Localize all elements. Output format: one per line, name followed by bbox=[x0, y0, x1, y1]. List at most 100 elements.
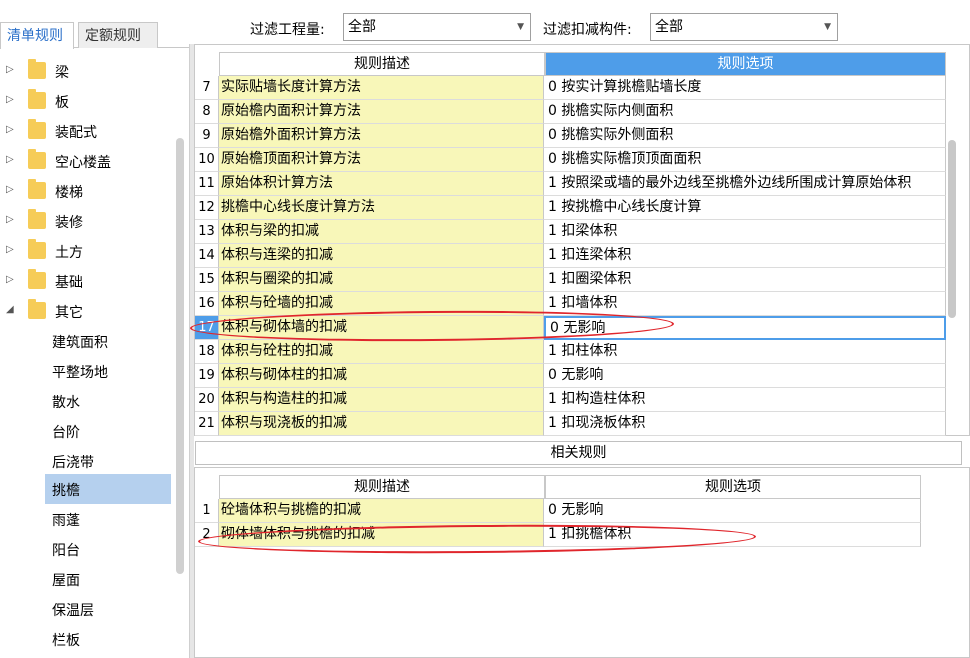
table-row[interactable]: 7 实际贴墙长度计算方法 0 按实计算挑檐贴墙长度 bbox=[195, 76, 946, 100]
tree-folder-foundation[interactable]: ▷ 基础 bbox=[0, 266, 175, 296]
table-row[interactable]: 21 体积与现浇板的扣减 1 扣现浇板体积 bbox=[195, 412, 946, 436]
rule-option-cell[interactable]: 0 无影响 bbox=[544, 499, 921, 523]
table-row[interactable]: 17 体积与砌体墙的扣减 0 无影响 bbox=[195, 316, 946, 340]
related-header-desc[interactable]: 规则描述 bbox=[219, 475, 545, 499]
table-row[interactable]: 20 体积与构造柱的扣减 1 扣构造柱体积 bbox=[195, 388, 946, 412]
filter-component-select[interactable]: 全部 ▼ bbox=[650, 13, 838, 41]
table-row[interactable]: 2 砌体墙体积与挑檐的扣减 1 扣挑檐体积 bbox=[195, 523, 921, 547]
folder-icon bbox=[28, 299, 46, 319]
rule-option-cell[interactable]: 0 挑檐实际檐顶顶面面积 bbox=[544, 148, 946, 172]
tab-bill-rules[interactable]: 清单规则 bbox=[0, 22, 74, 49]
row-number: 2 bbox=[195, 523, 219, 547]
tree-item-building-area[interactable]: 建筑面积 bbox=[45, 326, 171, 356]
tree-folder-label: 其它 bbox=[55, 305, 83, 321]
tree-item-balcony[interactable]: 阳台 bbox=[45, 534, 171, 564]
rule-settings-window: 清单规则 定额规则 过滤工程量: 全部 ▼ 过滤扣减构件: 全部 ▼ ▷ 梁 ▷… bbox=[0, 0, 970, 658]
expand-icon[interactable]: ▷ bbox=[6, 244, 16, 255]
expand-icon[interactable]: ▷ bbox=[6, 274, 16, 285]
rule-option-cell[interactable]: 1 按挑檐中心线长度计算 bbox=[544, 196, 946, 220]
rules-header-option[interactable]: 规则选项 bbox=[545, 52, 946, 76]
rule-description: 体积与砼墙的扣减 bbox=[219, 292, 544, 316]
tree-folder-hollow-floor[interactable]: ▷ 空心楼盖 bbox=[0, 146, 175, 176]
rule-option-cell[interactable]: 1 按照梁或墙的最外边线至挑檐外边线所围成计算原始体积 bbox=[544, 172, 946, 196]
rule-option-cell[interactable]: 1 扣柱体积 bbox=[544, 340, 946, 364]
expand-icon[interactable]: ▷ bbox=[6, 124, 16, 135]
rules-header-desc[interactable]: 规则描述 bbox=[219, 52, 545, 76]
folder-icon bbox=[28, 89, 46, 109]
table-row[interactable]: 9 原始檐外面积计算方法 0 挑檐实际外侧面积 bbox=[195, 124, 946, 148]
row-number: 8 bbox=[195, 100, 219, 124]
tree-scrollbar[interactable] bbox=[176, 138, 184, 574]
tree-item-label: 屋面 bbox=[52, 573, 80, 589]
rule-option-cell[interactable]: 0 无影响 bbox=[544, 364, 946, 388]
tab-quota-rules[interactable]: 定额规则 bbox=[78, 22, 158, 48]
filter-quantity-select[interactable]: 全部 ▼ bbox=[343, 13, 531, 41]
rule-description: 体积与砌体柱的扣减 bbox=[219, 364, 544, 388]
table-row[interactable]: 13 体积与梁的扣减 1 扣梁体积 bbox=[195, 220, 946, 244]
rule-description: 体积与现浇板的扣减 bbox=[219, 412, 544, 436]
rule-option-cell[interactable]: 1 扣构造柱体积 bbox=[544, 388, 946, 412]
tree-folder-stairs[interactable]: ▷ 楼梯 bbox=[0, 176, 175, 206]
tree-folder-finishing[interactable]: ▷ 装修 bbox=[0, 206, 175, 236]
table-row[interactable]: 16 体积与砼墙的扣减 1 扣墙体积 bbox=[195, 292, 946, 316]
expand-icon[interactable]: ▷ bbox=[6, 154, 16, 165]
rule-option-cell[interactable]: 0 挑檐实际内侧面积 bbox=[544, 100, 946, 124]
rule-option-cell[interactable]: 1 扣连梁体积 bbox=[544, 244, 946, 268]
folder-icon bbox=[28, 59, 46, 79]
rules-scrollbar[interactable] bbox=[948, 140, 956, 318]
rule-option-cell[interactable]: 0 挑檐实际外侧面积 bbox=[544, 124, 946, 148]
rule-description: 砼墙体积与挑檐的扣减 bbox=[219, 499, 544, 523]
filter-quantity-value: 全部 bbox=[348, 19, 376, 35]
table-row[interactable]: 15 体积与圈梁的扣减 1 扣圈梁体积 bbox=[195, 268, 946, 292]
tree-folder-label: 基础 bbox=[55, 275, 83, 291]
expand-icon[interactable]: ▷ bbox=[6, 94, 16, 105]
row-number: 9 bbox=[195, 124, 219, 148]
table-row[interactable]: 1 砼墙体积与挑檐的扣减 0 无影响 bbox=[195, 499, 921, 523]
tree-item-insulation[interactable]: 保温层 bbox=[45, 594, 171, 624]
tree-folder-prefab[interactable]: ▷ 装配式 bbox=[0, 116, 175, 146]
table-row[interactable]: 14 体积与连梁的扣减 1 扣连梁体积 bbox=[195, 244, 946, 268]
rule-option-cell[interactable]: 1 扣圈梁体积 bbox=[544, 268, 946, 292]
expand-icon[interactable]: ▷ bbox=[6, 184, 16, 195]
tree-item-eave[interactable]: 挑檐 bbox=[45, 474, 171, 504]
rule-tabs: 清单规则 定额规则 bbox=[0, 18, 190, 49]
folder-icon bbox=[28, 179, 46, 199]
rule-option-cell[interactable]: 1 扣梁体积 bbox=[544, 220, 946, 244]
collapse-icon[interactable]: ◢ bbox=[6, 304, 16, 315]
row-number: 16 bbox=[195, 292, 219, 316]
table-row[interactable]: 10 原始檐顶面积计算方法 0 挑檐实际檐顶顶面面积 bbox=[195, 148, 946, 172]
table-row[interactable]: 19 体积与砌体柱的扣减 0 无影响 bbox=[195, 364, 946, 388]
tree-item-apron[interactable]: 散水 bbox=[45, 386, 171, 416]
table-row[interactable]: 18 体积与砼柱的扣减 1 扣柱体积 bbox=[195, 340, 946, 364]
expand-icon[interactable]: ▷ bbox=[6, 64, 16, 75]
tree-item-label: 雨蓬 bbox=[52, 513, 80, 529]
rule-option-cell[interactable]: 0 无影响 bbox=[544, 316, 946, 340]
rule-option-cell[interactable]: 0 按实计算挑檐贴墙长度 bbox=[544, 76, 946, 100]
tree-folder-ban[interactable]: ▷ 板 bbox=[0, 86, 175, 116]
expand-icon[interactable]: ▷ bbox=[6, 214, 16, 225]
tree-item-canopy[interactable]: 雨蓬 bbox=[45, 504, 171, 534]
table-row[interactable]: 12 挑檐中心线长度计算方法 1 按挑檐中心线长度计算 bbox=[195, 196, 946, 220]
tree-folder-earthwork[interactable]: ▷ 土方 bbox=[0, 236, 175, 266]
tree-item-roof[interactable]: 屋面 bbox=[45, 564, 171, 594]
tree-folder-liang[interactable]: ▷ 梁 bbox=[0, 56, 175, 86]
tree-item-label: 建筑面积 bbox=[52, 335, 108, 351]
rule-option-cell[interactable]: 1 扣墙体积 bbox=[544, 292, 946, 316]
tree-folder-label: 土方 bbox=[55, 245, 83, 261]
rule-description: 体积与砌体墙的扣减 bbox=[219, 316, 544, 340]
rule-description: 原始体积计算方法 bbox=[219, 172, 544, 196]
tree-folder-others[interactable]: ◢ 其它 bbox=[0, 296, 175, 326]
tree-item-site-leveling[interactable]: 平整场地 bbox=[45, 356, 171, 386]
tree-item-label: 挑檐 bbox=[52, 483, 80, 499]
related-header-option[interactable]: 规则选项 bbox=[545, 475, 921, 499]
related-rules-title: 相关规则 bbox=[195, 441, 962, 465]
table-row[interactable]: 11 原始体积计算方法 1 按照梁或墙的最外边线至挑檐外边线所围成计算原始体积 bbox=[195, 172, 946, 196]
row-number: 7 bbox=[195, 76, 219, 100]
table-row[interactable]: 8 原始檐内面积计算方法 0 挑檐实际内侧面积 bbox=[195, 100, 946, 124]
tree-item-parapet[interactable]: 栏板 bbox=[45, 624, 171, 654]
tree-item-post-cast-strip[interactable]: 后浇带 bbox=[45, 446, 171, 476]
filter-component-label: 过滤扣减构件: bbox=[543, 22, 632, 38]
tree-item-steps[interactable]: 台阶 bbox=[45, 416, 171, 446]
rule-option-cell[interactable]: 1 扣现浇板体积 bbox=[544, 412, 946, 436]
rule-option-cell[interactable]: 1 扣挑檐体积 bbox=[544, 523, 921, 547]
